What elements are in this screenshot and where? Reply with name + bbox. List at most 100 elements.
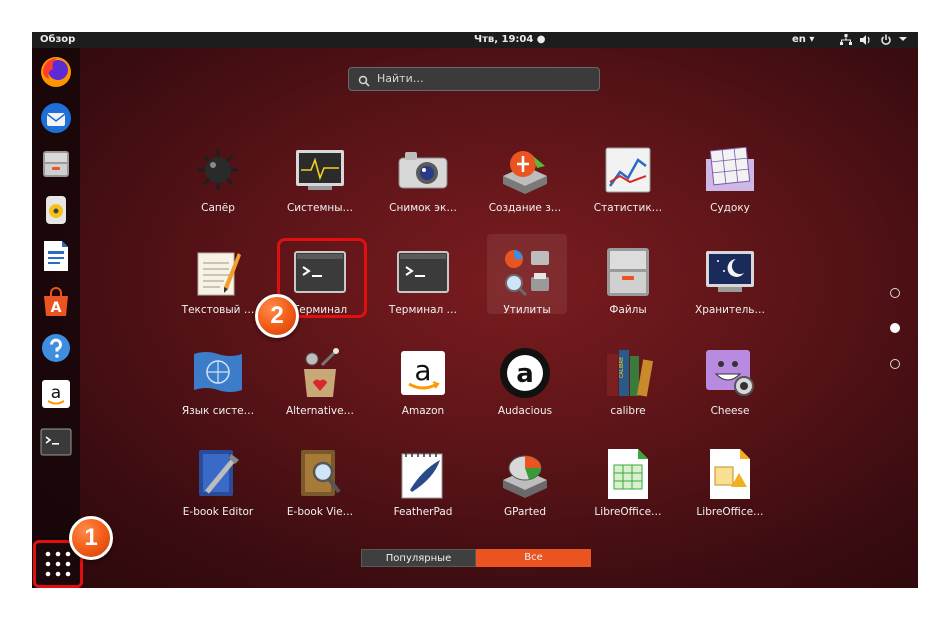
annotation-badge-1: 1 <box>69 516 113 560</box>
app-label: GParted <box>504 506 546 518</box>
svg-text:A: A <box>51 300 62 316</box>
language-indicator[interactable]: en ▾ <box>792 33 814 47</box>
camera-icon <box>395 142 451 198</box>
app-label: E-book Editor <box>182 506 254 518</box>
app-label: Судоку <box>710 202 750 214</box>
app-calibre[interactable]: CALIBRE calibre <box>578 345 678 417</box>
files-icon[interactable] <box>38 146 74 182</box>
app-cheese[interactable]: Cheese <box>680 345 780 417</box>
libreoffice-calc-icon <box>600 446 656 502</box>
page-dot-2[interactable] <box>890 323 900 333</box>
search-placeholder: Найти… <box>377 72 424 85</box>
app-label: Утилиты <box>503 304 551 316</box>
sudoku-icon <box>702 142 758 198</box>
power-icon[interactable] <box>880 34 892 51</box>
libreoffice-writer-icon[interactable] <box>38 238 74 274</box>
svg-text:CALIBRE: CALIBRE <box>619 357 625 378</box>
terminal-icon <box>395 244 451 300</box>
desktop-screen: Обзор Чтв, 19:04 ● en ▾ A a Найти… Сапёр… <box>32 32 918 588</box>
app-label: LibreOffice… <box>594 506 662 518</box>
activities-button[interactable]: Обзор <box>40 33 75 47</box>
tab-frequent[interactable]: Популярные <box>361 549 476 567</box>
page-dot-3[interactable] <box>890 359 900 369</box>
screensaver-icon <box>702 244 758 300</box>
app-startup-disk[interactable]: Создание з… <box>475 142 575 214</box>
app-label: Терминал … <box>388 304 458 316</box>
clock[interactable]: Чтв, 19:04 ● <box>474 33 546 47</box>
app-utilities-folder[interactable]: Утилиты <box>477 244 577 316</box>
annotation-badge-2: 2 <box>255 294 299 338</box>
search-field[interactable]: Найти… <box>348 67 600 91</box>
rhythmbox-icon[interactable] <box>38 192 74 228</box>
app-sudoku[interactable]: Судоку <box>680 142 780 214</box>
app-mines[interactable]: Сапёр <box>168 142 268 214</box>
app-label: Amazon <box>401 405 445 417</box>
app-filter-tabs: Популярные Все <box>361 549 591 567</box>
app-statistics[interactable]: Статистик… <box>578 142 678 214</box>
libreoffice-draw-icon <box>702 446 758 502</box>
page-dot-1[interactable] <box>890 288 900 298</box>
app-label: Статистик… <box>593 202 663 214</box>
text-editor-icon <box>190 244 246 300</box>
app-label: Alternative… <box>285 405 355 417</box>
top-bar: Обзор Чтв, 19:04 ● en ▾ <box>32 32 918 48</box>
app-label: FeatherPad <box>393 506 453 518</box>
app-libreoffice-calc[interactable]: LibreOffice… <box>578 446 678 518</box>
app-amazon[interactable]: a Amazon <box>373 345 473 417</box>
volume-icon[interactable] <box>860 34 872 51</box>
svg-text:a: a <box>414 354 431 387</box>
app-language-support[interactable]: Язык систе… <box>168 345 268 417</box>
app-label: Сапёр <box>201 202 235 214</box>
software-center-icon[interactable]: A <box>38 284 74 320</box>
network-icon[interactable] <box>840 34 852 51</box>
app-label: E-book Vie… <box>286 506 354 518</box>
dock: A a <box>32 48 80 588</box>
thunderbird-icon[interactable] <box>38 100 74 136</box>
amazon-icon: a <box>395 345 451 401</box>
app-label: Хранитель… <box>695 304 765 316</box>
mines-icon <box>190 142 246 198</box>
app-system-monitor[interactable]: Системны… <box>270 142 370 214</box>
app-label: Файлы <box>609 304 647 316</box>
app-label: Cheese <box>710 405 750 417</box>
app-label: Создание з… <box>488 202 562 214</box>
app-files[interactable]: Файлы <box>578 244 678 316</box>
ebook-viewer-icon <box>292 446 348 502</box>
startup-disk-icon <box>497 142 553 198</box>
cheese-icon <box>702 345 758 401</box>
app-screenshot[interactable]: Снимок эк… <box>373 142 473 214</box>
alternatives-icon <box>292 345 348 401</box>
svg-text:a: a <box>516 359 534 389</box>
app-label: Язык систе… <box>181 405 255 417</box>
utilities-folder-icon <box>499 244 555 300</box>
system-menu-chevron-icon[interactable] <box>898 32 908 51</box>
app-text-editor[interactable]: Текстовый … <box>168 244 268 316</box>
app-alternatives[interactable]: Alternative… <box>270 345 370 417</box>
firefox-icon[interactable] <box>38 54 74 90</box>
app-label: Системны… <box>286 202 354 214</box>
app-libreoffice-draw[interactable]: LibreOffice… <box>680 446 780 518</box>
amazon-icon[interactable]: a <box>38 376 74 412</box>
app-audacious[interactable]: a Audacious <box>475 345 575 417</box>
calibre-icon: CALIBRE <box>600 345 656 401</box>
app-screensaver[interactable]: Хранитель… <box>680 244 780 316</box>
app-label: Снимок эк… <box>389 202 457 214</box>
system-monitor-icon <box>292 142 348 198</box>
audacious-icon: a <box>497 345 553 401</box>
app-label: Текстовый … <box>181 304 255 316</box>
app-label: LibreOffice… <box>696 506 764 518</box>
files-icon <box>600 244 656 300</box>
app-featherpad[interactable]: FeatherPad <box>373 446 473 518</box>
tab-all[interactable]: Все <box>476 549 591 567</box>
featherpad-icon <box>395 446 451 502</box>
app-label: calibre <box>610 405 646 417</box>
gparted-icon <box>497 446 553 502</box>
app-label: Audacious <box>497 405 553 417</box>
help-icon[interactable] <box>38 330 74 366</box>
app-gparted[interactable]: GParted <box>475 446 575 518</box>
app-terminal-2[interactable]: Терминал … <box>373 244 473 316</box>
app-ebook-viewer[interactable]: E-book Vie… <box>270 446 370 518</box>
terminal-icon[interactable] <box>38 424 74 460</box>
svg-text:a: a <box>51 383 61 403</box>
app-ebook-editor[interactable]: E-book Editor <box>168 446 268 518</box>
